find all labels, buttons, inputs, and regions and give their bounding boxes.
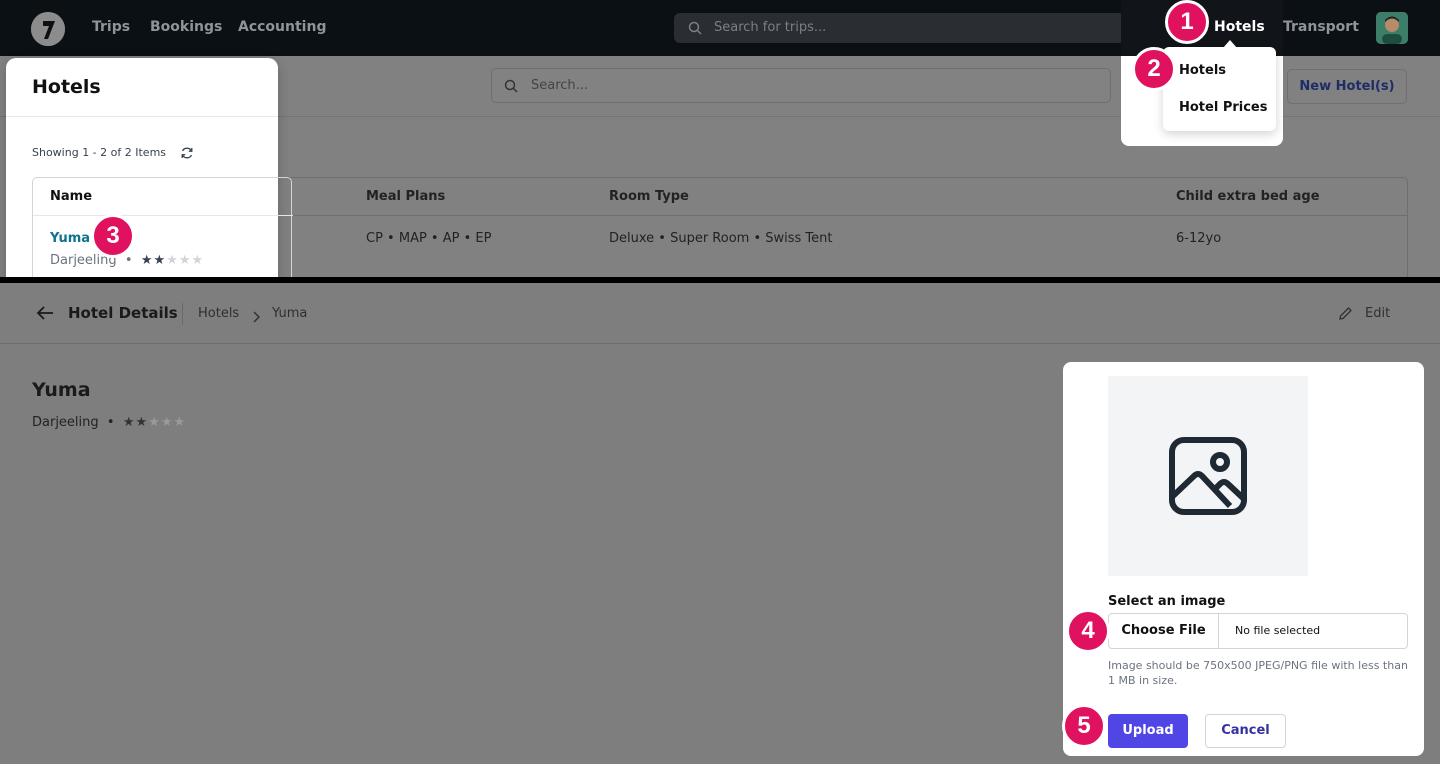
column-header-room-type[interactable]: Room Type <box>609 189 689 204</box>
page-title: Hotels <box>32 76 101 98</box>
star-filled-icon: ★ <box>140 253 154 268</box>
step-badge-2: 2 <box>1132 47 1176 91</box>
hotel-city: Darjeeling <box>32 415 99 430</box>
divider <box>6 116 278 117</box>
hotels-dropdown-menu: Hotels Hotel Prices <box>1163 40 1276 131</box>
chevron-right-icon <box>251 308 261 327</box>
cancel-button[interactable]: Cancel <box>1205 714 1286 748</box>
search-icon <box>688 20 702 39</box>
step-badge-1: 1 <box>1165 0 1209 44</box>
cell-room-type: Deluxe • Super Room • Swiss Tent <box>609 231 833 246</box>
image-upload-card: Select an image Choose File No file sele… <box>1063 362 1424 756</box>
column-header-meal-plans[interactable]: Meal Plans <box>366 189 445 204</box>
breadcrumb-current: Yuma <box>272 306 308 321</box>
table-divider <box>33 215 293 216</box>
star-filled-icon: ★ <box>153 253 167 268</box>
cell-meal-plans: CP • MAP • AP • EP <box>366 231 492 246</box>
image-preview <box>1108 376 1308 576</box>
star-empty-icon: ★ <box>166 253 179 268</box>
pagination-summary: Showing 1 - 2 of 2 Items <box>32 146 167 159</box>
separator-dot: • <box>102 415 119 430</box>
hotels-panel-highlight: Hotels Showing 1 - 2 of 2 Items Name Yum… <box>6 58 293 277</box>
edit-button[interactable]: Edit <box>1365 306 1390 321</box>
column-header-child-age[interactable]: Child extra bed age <box>1176 189 1320 204</box>
breadcrumb-hotels[interactable]: Hotels <box>198 306 239 321</box>
hotel-title: Yuma <box>32 379 91 401</box>
nav-bookings[interactable]: Bookings <box>150 19 222 35</box>
upload-hint: Image should be 750x500 JPEG/PNG file wi… <box>1108 659 1408 687</box>
star-filled-icon: ★ <box>122 415 136 430</box>
hotel-location: Darjeeling • ★★★★★ <box>50 253 204 268</box>
search-icon <box>504 78 518 97</box>
column-header-name[interactable]: Name <box>50 189 92 204</box>
header-separator <box>182 303 183 325</box>
nav-hotels[interactable]: Hotels <box>1214 19 1265 35</box>
upload-button[interactable]: Upload <box>1108 714 1188 748</box>
new-hotel-button[interactable]: New Hotel(s) <box>1287 69 1407 104</box>
star-filled-icon: ★ <box>135 415 149 430</box>
menu-item-hotel-prices[interactable]: Hotel Prices <box>1179 100 1267 115</box>
global-search-input[interactable]: Search for trips... <box>674 13 1184 43</box>
nav-transport[interactable]: Transport <box>1283 19 1359 35</box>
star-empty-icon: ★ <box>173 415 187 430</box>
user-avatar[interactable] <box>1376 12 1408 44</box>
hotels-search-input[interactable]: Search... <box>491 68 1111 103</box>
step-badge-3: 3 <box>91 214 135 258</box>
back-arrow-icon[interactable] <box>36 305 54 325</box>
cell-child-age: 6-12yo <box>1176 231 1222 246</box>
star-empty-icon: ★ <box>191 253 205 268</box>
pencil-icon[interactable] <box>1338 306 1353 325</box>
select-image-label: Select an image <box>1108 594 1226 609</box>
file-status: No file selected <box>1235 624 1321 637</box>
step-badge-5: 5 <box>1062 704 1106 748</box>
app-logo[interactable] <box>31 12 65 46</box>
step-badge-4: 4 <box>1066 609 1110 653</box>
choose-file-button[interactable]: Choose File <box>1109 614 1219 648</box>
refresh-icon[interactable] <box>180 145 194 164</box>
menu-caret <box>1223 40 1237 48</box>
hotels-list-screen: Trips Bookings Accounting Search for tri… <box>0 0 1440 277</box>
details-title: Hotel Details <box>68 304 178 322</box>
nav-trips[interactable]: Trips <box>92 19 130 35</box>
star-empty-icon: ★ <box>178 253 192 268</box>
menu-item-hotels[interactable]: Hotels <box>1179 63 1226 78</box>
hotel-location: Darjeeling • ★★★★★ <box>32 415 186 430</box>
image-placeholder-icon <box>1169 437 1247 515</box>
global-search-placeholder: Search for trips... <box>714 20 827 35</box>
star-empty-icon: ★ <box>160 415 174 430</box>
hotels-search-placeholder: Search... <box>531 78 589 93</box>
hotel-name-link[interactable]: Yuma <box>50 231 90 246</box>
star-empty-icon: ★ <box>148 415 161 430</box>
file-input[interactable]: Choose File No file selected <box>1108 613 1408 649</box>
table-row: Name Yuma Darjeeling • ★★★★★ <box>32 177 293 277</box>
nav-accounting[interactable]: Accounting <box>238 19 326 35</box>
